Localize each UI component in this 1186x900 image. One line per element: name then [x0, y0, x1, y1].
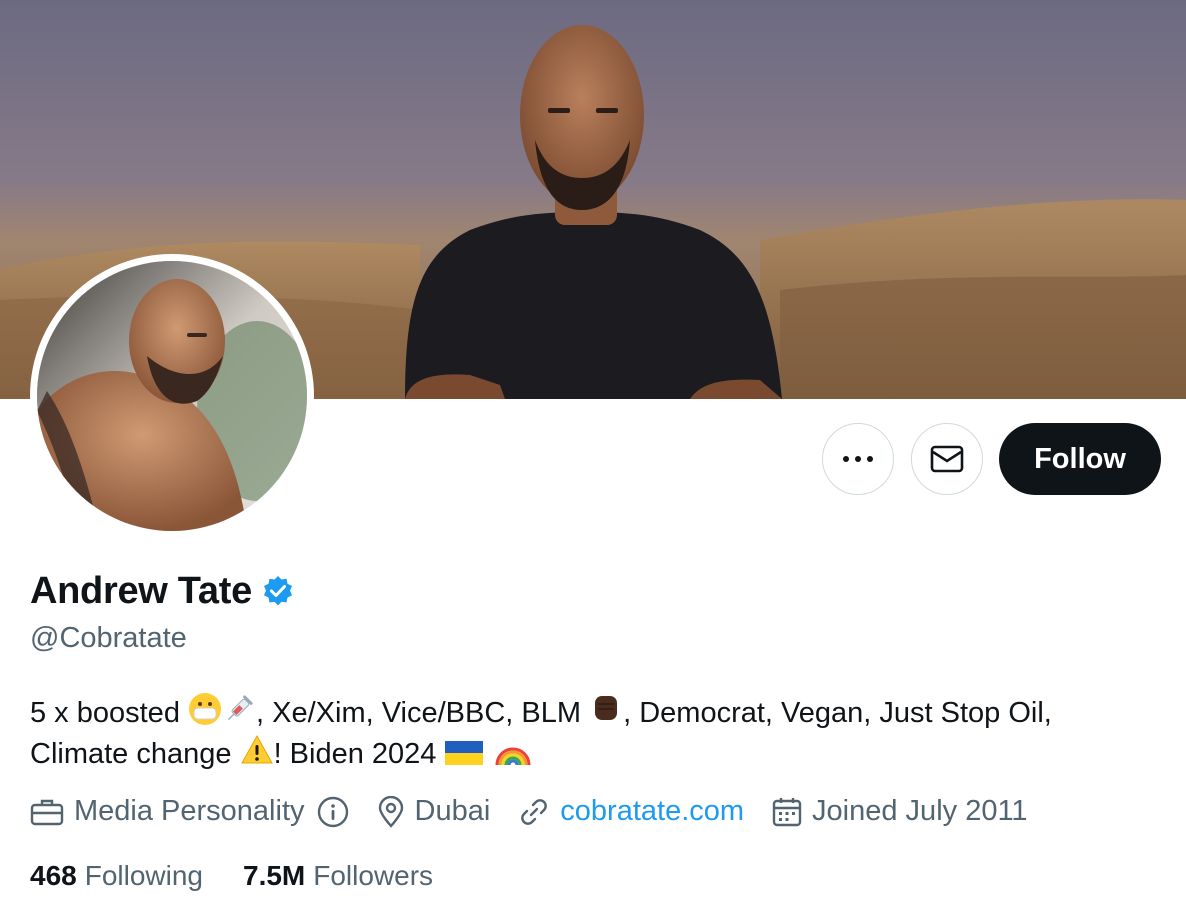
profile-meta: Media Personality Dubai cobratate.com Jo… [30, 795, 1028, 828]
following-count: 468 [30, 860, 77, 891]
envelope-icon [930, 445, 964, 473]
rainbow-icon [495, 747, 531, 766]
info-icon[interactable] [317, 796, 349, 828]
follow-button[interactable]: Follow [999, 423, 1161, 495]
following-label: Following [84, 860, 203, 891]
joined-item: Joined July 2011 [772, 795, 1028, 828]
syringe-icon [227, 695, 253, 721]
bio-text: , Xe/Xim, Vice/BBC, BLM [256, 697, 582, 729]
bio-text: 5 x boosted [30, 697, 180, 729]
message-button[interactable] [911, 423, 983, 495]
category-item: Media Personality [30, 795, 349, 828]
category-label: Media Personality [74, 795, 305, 827]
followers-link[interactable]: 7.5M Followers [243, 860, 433, 892]
following-link[interactable]: 468 Following [30, 860, 203, 892]
follow-stats: 468 Following 7.5M Followers [30, 860, 433, 892]
handle: @Cobratate [30, 622, 187, 654]
link-icon [521, 798, 548, 825]
briefcase-icon [30, 799, 64, 825]
bio-text: ! Biden 2024 [273, 738, 437, 770]
followers-count: 7.5M [243, 860, 306, 891]
bio-text: Climate change [30, 738, 232, 770]
warning-icon [240, 734, 273, 764]
display-name: Andrew Tate [30, 570, 252, 612]
location-label: Dubai [414, 795, 491, 827]
followers-label: Followers [313, 860, 434, 891]
website-link[interactable]: cobratate.com [560, 795, 744, 828]
calendar-icon [772, 797, 802, 826]
more-options-button[interactable] [822, 423, 894, 495]
location-item: Dubai [377, 795, 491, 828]
website-item[interactable]: cobratate.com [518, 795, 744, 828]
verified-badge-icon[interactable] [260, 574, 296, 610]
avatar-image [37, 261, 307, 531]
bio: 5 x boosted , Xe/Xim, Vice/BBC, BLM , De… [30, 692, 1160, 774]
raised-fist-icon [595, 696, 618, 720]
more-icon [843, 456, 873, 462]
avatar[interactable] [30, 254, 314, 538]
location-pin-icon [378, 795, 403, 828]
bio-text: , Democrat, Vegan, Just Stop Oil, [623, 697, 1052, 729]
joined-label: Joined July 2011 [812, 795, 1028, 827]
name-row: Andrew Tate [30, 570, 296, 613]
mask-face-icon [189, 693, 222, 725]
ukraine-flag-icon [445, 741, 484, 765]
